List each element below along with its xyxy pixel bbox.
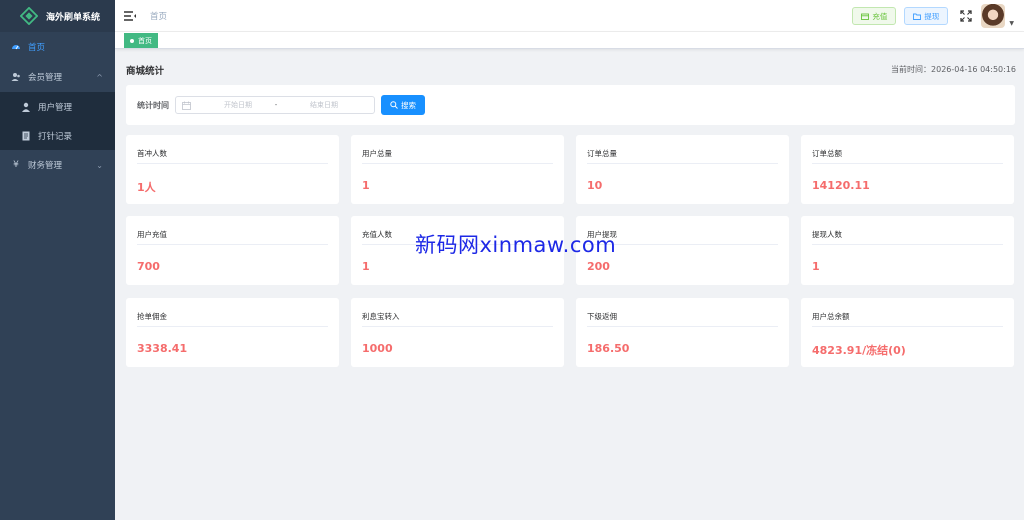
stat-label: 充值人数 xyxy=(362,230,392,239)
stat-value: 1人 xyxy=(137,181,156,194)
calendar-icon xyxy=(182,101,191,112)
search-label: 搜索 xyxy=(401,100,416,110)
divider xyxy=(362,163,553,164)
sidebar-item-label: 首页 xyxy=(28,43,46,53)
sidebar-item-records[interactable]: 打针记录 xyxy=(0,121,115,150)
stat-label: 利息宝转入 xyxy=(362,312,400,321)
tags-view: 首页 xyxy=(115,32,1024,49)
sidebar-item-finance[interactable]: ¥ 财务管理 ⌄ xyxy=(0,150,115,180)
filter-panel: 统计时间 开始日期 - 结束日期 搜索 xyxy=(126,85,1015,125)
date-separator: - xyxy=(274,101,278,109)
stat-card: 下级返佣 186.50 xyxy=(576,298,789,367)
end-date-input[interactable]: 结束日期 xyxy=(294,100,354,110)
current-time: 当前时间：2026-04-16 04:50:16 xyxy=(891,65,1016,74)
avatar[interactable] xyxy=(981,4,1006,28)
start-date-input[interactable]: 开始日期 xyxy=(208,100,268,110)
stat-value: 1 xyxy=(362,179,370,192)
tag-label: 首页 xyxy=(138,36,152,45)
dashboard-icon xyxy=(10,42,22,52)
withdraw-button[interactable]: 提现 xyxy=(904,7,949,25)
navbar-right: 充值 提现 ▼ xyxy=(852,0,1024,32)
stat-value: 1 xyxy=(362,260,370,273)
stat-label: 用户总量 xyxy=(362,149,392,158)
stat-card: 抢单佣金 3338.41 xyxy=(126,298,339,367)
page-title: 商城统计 xyxy=(126,66,165,77)
stat-value: 1 xyxy=(812,260,820,273)
caret-down-icon[interactable]: ▼ xyxy=(1009,20,1014,27)
members-submenu: 用户管理 打针记录 xyxy=(0,92,115,150)
divider xyxy=(587,163,778,164)
watermark: 新码网xinmaw.com xyxy=(415,233,617,257)
stat-value: 1000 xyxy=(362,342,393,355)
wallet-icon xyxy=(861,13,870,20)
search-button[interactable]: 搜索 xyxy=(381,95,425,115)
sidebar-item-label: 财务管理 xyxy=(28,161,63,171)
sidebar-item-label: 打针记录 xyxy=(38,131,73,142)
stat-label: 订单总量 xyxy=(587,149,617,158)
user-icon xyxy=(20,102,32,112)
stat-card: 首冲人数 1人 xyxy=(126,135,339,204)
breadcrumb: 首页 xyxy=(150,11,168,22)
stat-label: 下级返佣 xyxy=(587,312,617,321)
stat-value: 3338.41 xyxy=(137,342,188,355)
divider xyxy=(137,163,328,164)
navbar: 首页 充值 提现 ▼ xyxy=(115,0,1024,32)
stat-card: 用户总余额 4823.91/冻结(0) xyxy=(801,298,1014,367)
hamburger-icon[interactable] xyxy=(124,10,136,22)
stat-label: 用户充值 xyxy=(137,230,167,239)
divider xyxy=(587,326,778,327)
sidebar-item-label: 用户管理 xyxy=(38,102,73,113)
withdraw-label: 提现 xyxy=(924,11,940,21)
divider xyxy=(137,326,328,327)
folder-icon xyxy=(913,13,922,20)
stat-value: 10 xyxy=(587,179,603,192)
chevron-down-icon: ⌄ xyxy=(96,160,103,170)
divider xyxy=(812,163,1003,164)
recharge-label: 充值 xyxy=(872,11,888,21)
stat-value: 200 xyxy=(587,260,610,273)
search-icon xyxy=(390,101,398,109)
main-content: 商城统计 当前时间：2026-04-16 04:50:16 统计时间 开始日期 … xyxy=(115,50,1024,520)
sidebar: 海外刷单系统 首页 会员管理 ^ 用户管理 打针记录 ¥ 财务管理 ⌄ xyxy=(0,0,115,520)
filter-label: 统计时间 xyxy=(137,100,169,110)
active-dot-icon xyxy=(130,38,134,43)
stat-label: 提现人数 xyxy=(812,230,842,239)
recharge-button[interactable]: 充值 xyxy=(852,7,897,25)
sidebar-item-home[interactable]: 首页 xyxy=(0,32,115,62)
stat-card: 用户充值 700 xyxy=(126,216,339,285)
stat-value: 4823.91/冻结(0) xyxy=(812,344,906,357)
stat-value: 14120.11 xyxy=(812,179,870,192)
fullscreen-icon[interactable] xyxy=(960,10,973,22)
chevron-up-icon: ^ xyxy=(96,72,103,82)
divider xyxy=(812,326,1003,327)
stat-card: 利息宝转入 1000 xyxy=(351,298,564,367)
members-icon xyxy=(10,72,22,82)
stat-label: 首冲人数 xyxy=(137,149,167,158)
stat-card: 订单总额 14120.11 xyxy=(801,135,1014,204)
stat-card: 订单总量 10 xyxy=(576,135,789,204)
stat-card: 用户总量 1 xyxy=(351,135,564,204)
yen-icon: ¥ xyxy=(13,160,19,170)
stat-label: 抢单佣金 xyxy=(137,312,167,321)
stat-label: 订单总额 xyxy=(812,149,842,158)
tag-home[interactable]: 首页 xyxy=(124,33,158,48)
stat-value: 186.50 xyxy=(587,342,630,355)
divider xyxy=(137,244,328,245)
stat-card: 提现人数 1 xyxy=(801,216,1014,285)
sidebar-item-members[interactable]: 会员管理 ^ xyxy=(0,62,115,92)
app-title: 海外刷单系统 xyxy=(46,12,101,23)
date-range-picker[interactable]: 开始日期 - 结束日期 xyxy=(175,96,375,114)
sidebar-item-label: 会员管理 xyxy=(28,73,63,83)
stat-label: 用户总余额 xyxy=(812,312,850,321)
logo-icon xyxy=(20,7,38,25)
divider xyxy=(362,326,553,327)
logo[interactable]: 海外刷单系统 xyxy=(0,0,115,32)
divider xyxy=(812,244,1003,245)
record-icon xyxy=(20,131,32,141)
stat-value: 700 xyxy=(137,260,160,273)
sidebar-item-user-management[interactable]: 用户管理 xyxy=(0,92,115,121)
